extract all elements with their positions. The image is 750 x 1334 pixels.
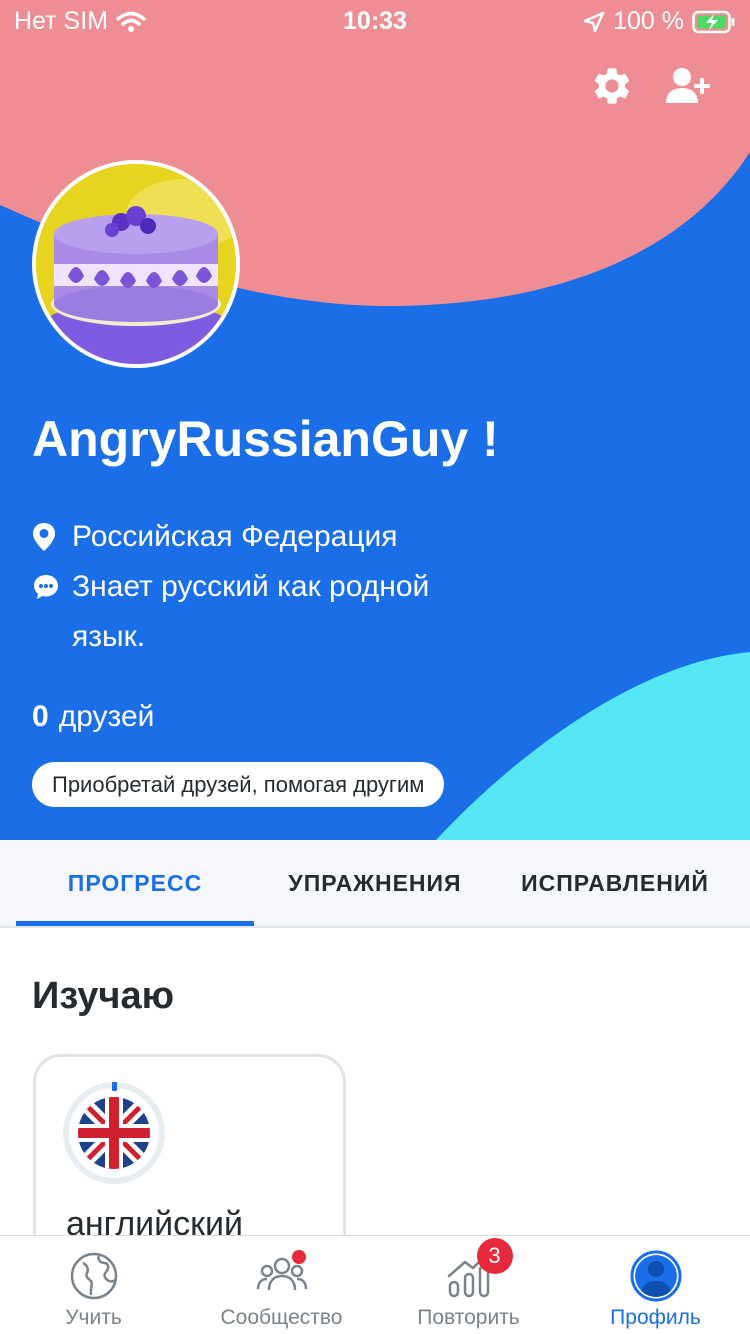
profile-tabs: ПРОГРЕСС УПРАЖНЕНИЯ ИСПРАВЛЕНИЙ: [0, 840, 750, 928]
nav-profile[interactable]: Профиль: [562, 1236, 749, 1334]
nav-learn[interactable]: Учить: [0, 1236, 187, 1334]
user-plus-icon: [666, 68, 710, 103]
globe-icon: [70, 1252, 117, 1300]
battery-percent: 100 %: [613, 7, 684, 35]
language-progress-ring: [62, 1081, 166, 1185]
bottom-navigation: Учить Сообщество 3 Повторить Профиль: [0, 1235, 750, 1334]
carrier-text: Нет SIM: [14, 7, 108, 35]
nav-learn-label: Учить: [65, 1306, 122, 1329]
tab-exercises[interactable]: УПРАЖНЕНИЯ: [254, 840, 496, 926]
location-arrow-icon: [583, 11, 605, 32]
friends-count-number: 0: [32, 700, 49, 733]
add-friend-button[interactable]: [662, 60, 714, 112]
make-friends-button[interactable]: Приобретай друзей, помогая другим: [32, 762, 445, 807]
nav-community-label: Сообщество: [220, 1306, 343, 1329]
battery-charging-icon: [692, 10, 735, 33]
nav-community[interactable]: Сообщество: [188, 1236, 375, 1334]
cyan-wave-shape: [436, 652, 750, 840]
tab-corrections[interactable]: ИСПРАВЛЕНИЙ: [496, 840, 734, 926]
username: AngryRussianGuy !: [32, 411, 499, 467]
profile-header: Нет SIM 10:33 100 % AngryRussianGuy ! Ро…: [0, 0, 750, 840]
native-language-text: Знает русский как родной язык.: [72, 570, 430, 653]
location-text: Российская Федерация: [72, 520, 398, 553]
wifi-icon: [116, 11, 146, 32]
review-count-badge: 3: [476, 1238, 513, 1274]
section-title: Изучаю: [32, 975, 175, 1017]
friends-count[interactable]: 0 друзей: [32, 700, 154, 734]
cake-avatar-image: [36, 164, 236, 364]
nav-profile-label: Профиль: [610, 1306, 701, 1329]
location-pin-icon: [33, 523, 55, 551]
gear-icon: [594, 68, 630, 104]
avatar[interactable]: [32, 160, 240, 368]
friends-label: друзей: [58, 700, 155, 733]
chat-bubble-icon: [34, 575, 58, 599]
nav-review[interactable]: 3 Повторить: [375, 1236, 562, 1334]
status-bar: Нет SIM 10:33 100 %: [0, 0, 750, 40]
profile-icon: [630, 1250, 681, 1302]
nav-review-label: Повторить: [417, 1306, 520, 1329]
native-language-row: Знает русский как родной язык.: [32, 562, 492, 662]
active-tab-indicator: [16, 921, 254, 926]
tab-progress[interactable]: ПРОГРЕСС: [16, 840, 254, 926]
location-row: Российская Федерация: [32, 512, 492, 562]
notification-dot: [291, 1250, 306, 1264]
uk-flag-icon: [63, 1082, 165, 1184]
settings-button[interactable]: [586, 60, 638, 112]
